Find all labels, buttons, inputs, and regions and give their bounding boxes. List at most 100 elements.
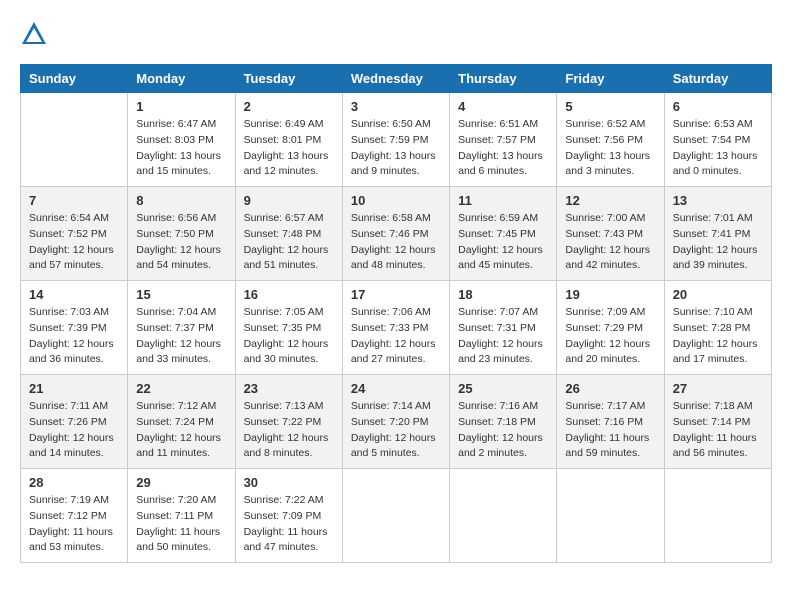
day-number: 9: [244, 193, 334, 208]
day-number: 27: [673, 381, 763, 396]
day-number: 13: [673, 193, 763, 208]
calendar-cell: 12 Sunrise: 7:00 AMSunset: 7:43 PMDayligh…: [557, 187, 664, 281]
day-info: Sunrise: 7:22 AMSunset: 7:09 PMDaylight:…: [244, 493, 334, 556]
calendar-cell: [664, 469, 771, 563]
calendar-cell: 22 Sunrise: 7:12 AMSunset: 7:24 PMDayligh…: [128, 375, 235, 469]
day-info: Sunrise: 7:12 AMSunset: 7:24 PMDaylight:…: [136, 399, 226, 462]
calendar-cell: [450, 469, 557, 563]
day-number: 24: [351, 381, 441, 396]
day-number: 26: [565, 381, 655, 396]
day-info: Sunrise: 7:11 AMSunset: 7:26 PMDaylight:…: [29, 399, 119, 462]
calendar-cell: 11 Sunrise: 6:59 AMSunset: 7:45 PMDayligh…: [450, 187, 557, 281]
page-header: [20, 20, 772, 48]
day-info: Sunrise: 6:47 AMSunset: 8:03 PMDaylight:…: [136, 117, 226, 180]
calendar-cell: 5Sunrise: 6:52 AMSunset: 7:56 PMDaylight…: [557, 93, 664, 187]
day-info: Sunrise: 6:53 AMSunset: 7:54 PMDaylight:…: [673, 117, 763, 180]
day-info: Sunrise: 6:57 AMSunset: 7:48 PMDaylight:…: [244, 211, 334, 274]
day-info: Sunrise: 7:09 AMSunset: 7:29 PMDaylight:…: [565, 305, 655, 368]
day-info: Sunrise: 7:10 AMSunset: 7:28 PMDaylight:…: [673, 305, 763, 368]
day-number: 8: [136, 193, 226, 208]
day-number: 19: [565, 287, 655, 302]
calendar-cell: [342, 469, 449, 563]
calendar-cell: [21, 93, 128, 187]
day-info: Sunrise: 6:58 AMSunset: 7:46 PMDaylight:…: [351, 211, 441, 274]
calendar-cell: 25 Sunrise: 7:16 AMSunset: 7:18 PMDayligh…: [450, 375, 557, 469]
calendar-cell: 27 Sunrise: 7:18 AMSunset: 7:14 PMDayligh…: [664, 375, 771, 469]
calendar-cell: 17 Sunrise: 7:06 AMSunset: 7:33 PMDayligh…: [342, 281, 449, 375]
day-header-sunday: Sunday: [21, 65, 128, 93]
day-number: 25: [458, 381, 548, 396]
day-number: 6: [673, 99, 763, 114]
calendar-cell: 8 Sunrise: 6:56 AMSunset: 7:50 PMDaylight…: [128, 187, 235, 281]
day-number: 11: [458, 193, 548, 208]
day-header-thursday: Thursday: [450, 65, 557, 93]
day-header-wednesday: Wednesday: [342, 65, 449, 93]
calendar-cell: 14 Sunrise: 7:03 AMSunset: 7:39 PMDayligh…: [21, 281, 128, 375]
calendar-cell: 28 Sunrise: 7:19 AMSunset: 7:12 PMDayligh…: [21, 469, 128, 563]
calendar-cell: 4 Sunrise: 6:51 AMSunset: 7:57 PMDaylight…: [450, 93, 557, 187]
day-number: 10: [351, 193, 441, 208]
day-number: 2: [244, 99, 334, 114]
calendar-cell: 23 Sunrise: 7:13 AMSunset: 7:22 PMDayligh…: [235, 375, 342, 469]
day-info: Sunrise: 6:59 AMSunset: 7:45 PMDaylight:…: [458, 211, 548, 274]
day-number: 22: [136, 381, 226, 396]
calendar-cell: 3 Sunrise: 6:50 AMSunset: 7:59 PMDaylight…: [342, 93, 449, 187]
calendar-table: SundayMondayTuesdayWednesdayThursdayFrid…: [20, 64, 772, 563]
day-number: 18: [458, 287, 548, 302]
day-info: Sunrise: 6:52 AMSunset: 7:56 PMDaylight:…: [565, 117, 655, 180]
day-info: Sunrise: 7:19 AMSunset: 7:12 PMDaylight:…: [29, 493, 119, 556]
day-number: 15: [136, 287, 226, 302]
calendar-week-row: 28 Sunrise: 7:19 AMSunset: 7:12 PMDayligh…: [21, 469, 772, 563]
calendar-week-row: 7 Sunrise: 6:54 AMSunset: 7:52 PMDaylight…: [21, 187, 772, 281]
day-number: 7: [29, 193, 119, 208]
day-number: 12: [565, 193, 655, 208]
calendar-cell: 16Sunrise: 7:05 AMSunset: 7:35 PMDayligh…: [235, 281, 342, 375]
logo: [20, 20, 52, 48]
day-info: Sunrise: 6:54 AMSunset: 7:52 PMDaylight:…: [29, 211, 119, 274]
day-number: 17: [351, 287, 441, 302]
calendar-cell: 2 Sunrise: 6:49 AMSunset: 8:01 PMDaylight…: [235, 93, 342, 187]
day-info: Sunrise: 7:00 AMSunset: 7:43 PMDaylight:…: [565, 211, 655, 274]
day-header-saturday: Saturday: [664, 65, 771, 93]
day-info: Sunrise: 6:50 AMSunset: 7:59 PMDaylight:…: [351, 117, 441, 180]
day-number: 3: [351, 99, 441, 114]
day-info: Sunrise: 7:13 AMSunset: 7:22 PMDaylight:…: [244, 399, 334, 462]
day-info: Sunrise: 7:01 AMSunset: 7:41 PMDaylight:…: [673, 211, 763, 274]
calendar-cell: 9 Sunrise: 6:57 AMSunset: 7:48 PMDaylight…: [235, 187, 342, 281]
calendar-week-row: 14 Sunrise: 7:03 AMSunset: 7:39 PMDayligh…: [21, 281, 772, 375]
day-info: Sunrise: 7:16 AMSunset: 7:18 PMDaylight:…: [458, 399, 548, 462]
calendar-week-row: 21 Sunrise: 7:11 AMSunset: 7:26 PMDayligh…: [21, 375, 772, 469]
calendar-cell: [557, 469, 664, 563]
calendar-cell: 15 Sunrise: 7:04 AMSunset: 7:37 PMDayligh…: [128, 281, 235, 375]
calendar-cell: 26Sunrise: 7:17 AMSunset: 7:16 PMDayligh…: [557, 375, 664, 469]
logo-icon: [20, 20, 48, 48]
day-number: 1: [136, 99, 226, 114]
day-number: 21: [29, 381, 119, 396]
day-info: Sunrise: 7:03 AMSunset: 7:39 PMDaylight:…: [29, 305, 119, 368]
day-header-monday: Monday: [128, 65, 235, 93]
calendar-cell: 18 Sunrise: 7:07 AMSunset: 7:31 PMDayligh…: [450, 281, 557, 375]
day-info: Sunrise: 6:51 AMSunset: 7:57 PMDaylight:…: [458, 117, 548, 180]
day-info: Sunrise: 7:07 AMSunset: 7:31 PMDaylight:…: [458, 305, 548, 368]
calendar-cell: 19 Sunrise: 7:09 AMSunset: 7:29 PMDayligh…: [557, 281, 664, 375]
day-header-friday: Friday: [557, 65, 664, 93]
day-number: 30: [244, 475, 334, 490]
day-info: Sunrise: 6:49 AMSunset: 8:01 PMDaylight:…: [244, 117, 334, 180]
calendar-cell: 1 Sunrise: 6:47 AMSunset: 8:03 PMDaylight…: [128, 93, 235, 187]
calendar-cell: 20Sunrise: 7:10 AMSunset: 7:28 PMDayligh…: [664, 281, 771, 375]
day-number: 28: [29, 475, 119, 490]
day-info: Sunrise: 7:06 AMSunset: 7:33 PMDaylight:…: [351, 305, 441, 368]
calendar-cell: 10 Sunrise: 6:58 AMSunset: 7:46 PMDayligh…: [342, 187, 449, 281]
calendar-week-row: 1 Sunrise: 6:47 AMSunset: 8:03 PMDaylight…: [21, 93, 772, 187]
day-info: Sunrise: 7:20 AMSunset: 7:11 PMDaylight:…: [136, 493, 226, 556]
day-number: 14: [29, 287, 119, 302]
calendar-cell: 29Sunrise: 7:20 AMSunset: 7:11 PMDayligh…: [128, 469, 235, 563]
day-number: 16: [244, 287, 334, 302]
day-number: 4: [458, 99, 548, 114]
day-header-tuesday: Tuesday: [235, 65, 342, 93]
calendar-cell: 24Sunrise: 7:14 AMSunset: 7:20 PMDayligh…: [342, 375, 449, 469]
day-info: Sunrise: 7:18 AMSunset: 7:14 PMDaylight:…: [673, 399, 763, 462]
day-info: Sunrise: 7:04 AMSunset: 7:37 PMDaylight:…: [136, 305, 226, 368]
day-number: 23: [244, 381, 334, 396]
day-info: Sunrise: 6:56 AMSunset: 7:50 PMDaylight:…: [136, 211, 226, 274]
